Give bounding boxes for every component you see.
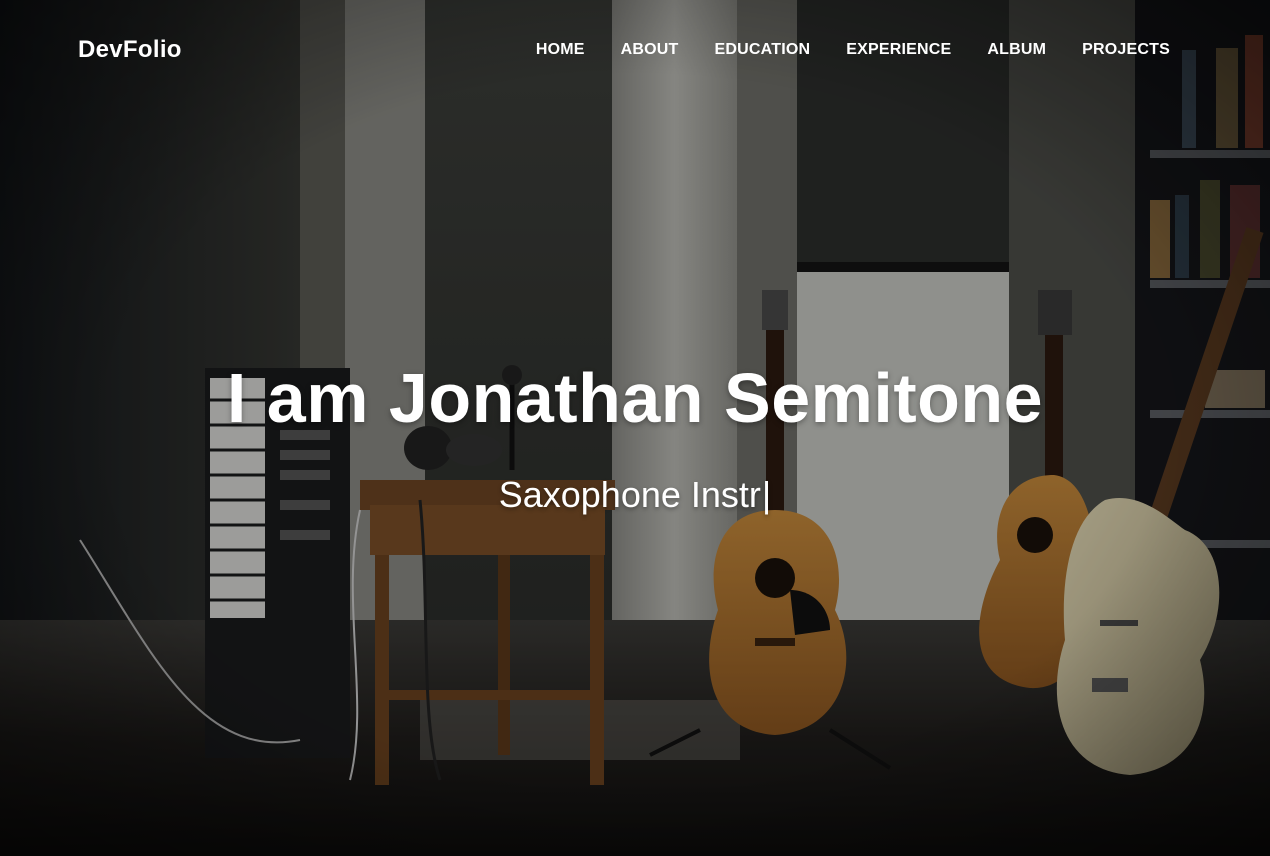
nav-item-about[interactable]: ABOUT — [621, 41, 679, 59]
nav-menu: HOME ABOUT EDUCATION EXPERIENCE ALBUM PR… — [536, 41, 1170, 59]
nav-item-home[interactable]: HOME — [536, 41, 585, 59]
hero-section: DevFolio HOME ABOUT EDUCATION EXPERIENCE… — [0, 0, 1270, 856]
hero-typed-subtitle: Saxophone Instr| — [0, 474, 1270, 516]
nav-item-projects[interactable]: PROJECTS — [1082, 41, 1170, 59]
nav-item-album[interactable]: ALBUM — [987, 41, 1046, 59]
typed-text: Saxophone Instr — [498, 474, 761, 515]
brand-logo[interactable]: DevFolio — [78, 36, 182, 64]
typing-cursor: | — [761, 474, 772, 515]
nav-item-education[interactable]: EDUCATION — [715, 41, 811, 59]
top-navbar: DevFolio HOME ABOUT EDUCATION EXPERIENCE… — [0, 0, 1270, 100]
hero-title: I am Jonathan Semitone — [226, 359, 1044, 437]
nav-item-experience[interactable]: EXPERIENCE — [846, 41, 951, 59]
